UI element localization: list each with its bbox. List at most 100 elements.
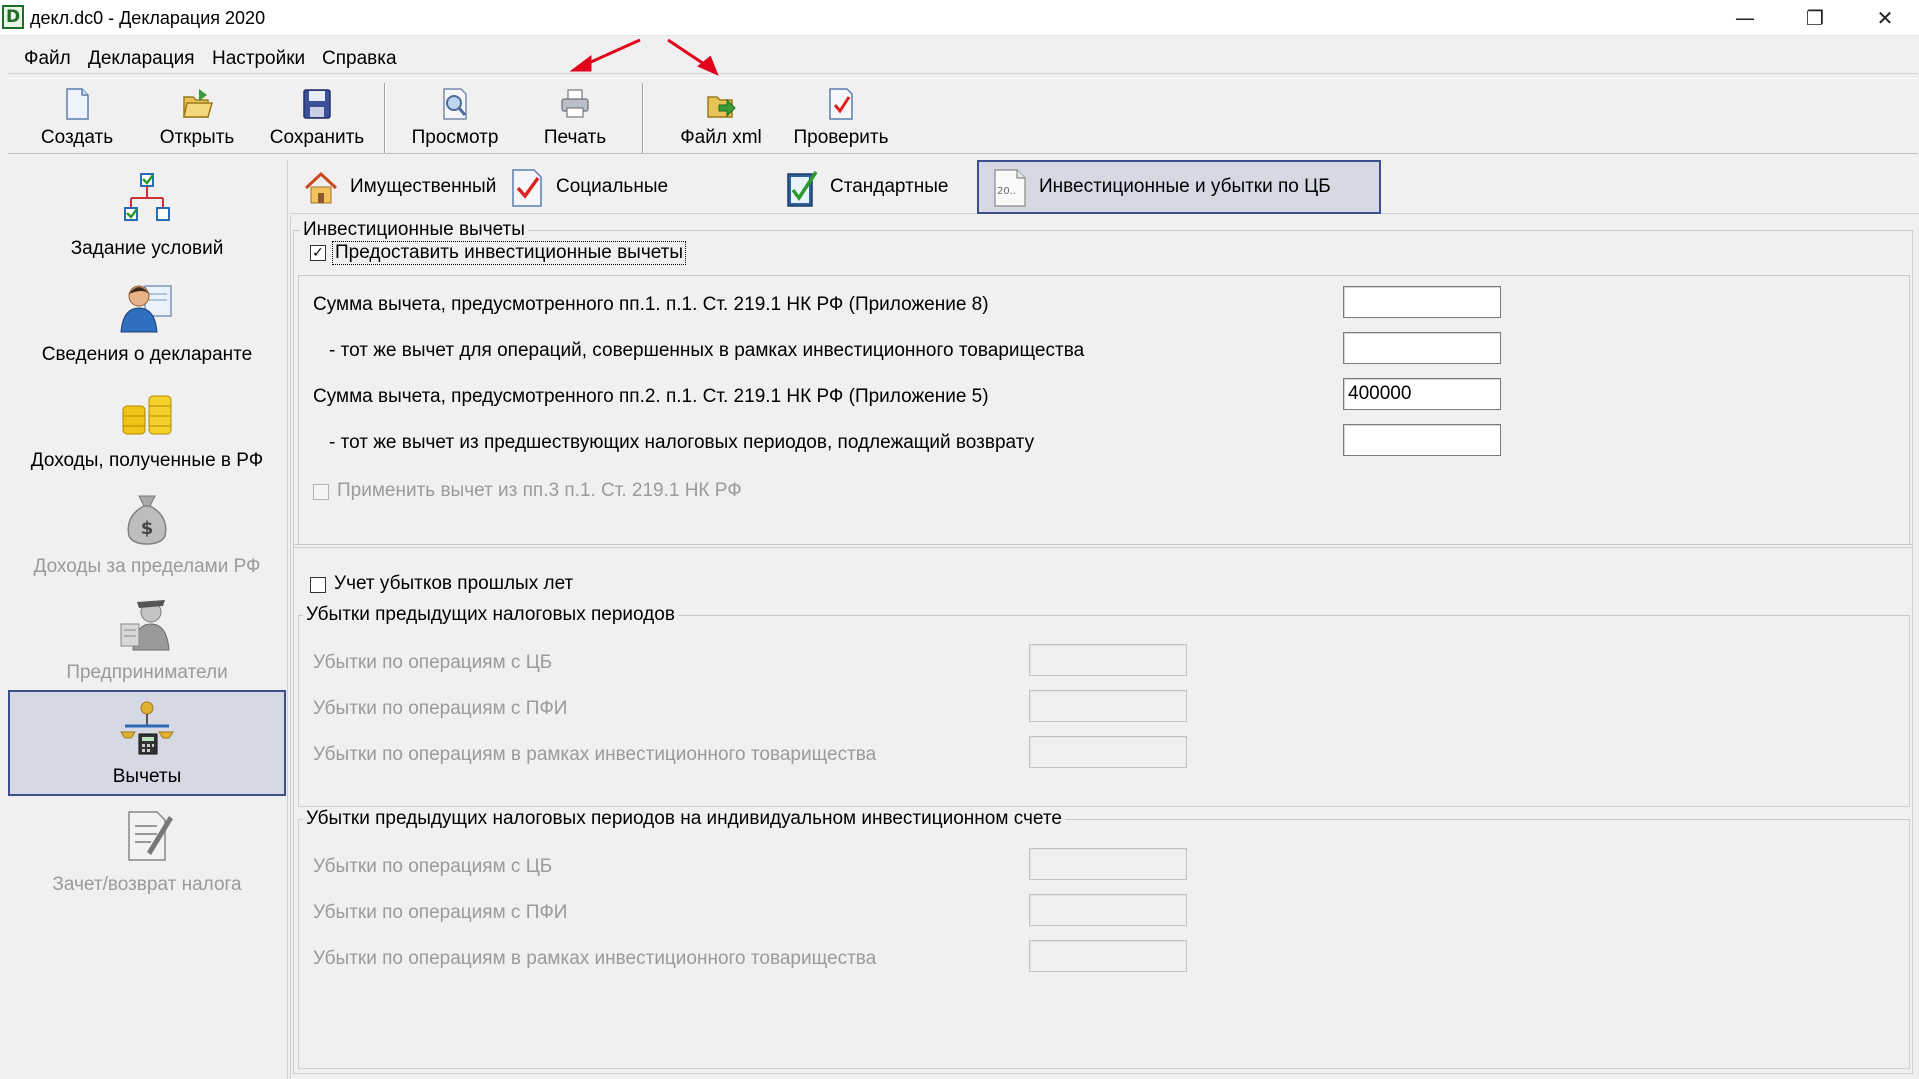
declarant-icon xyxy=(120,285,172,333)
loss-partnership-field[interactable] xyxy=(1029,736,1187,768)
deduction-tabs: Имущественный Социальные Стандартные 20.… xyxy=(290,160,1919,214)
calendar-document-icon: 20.. xyxy=(994,169,1026,207)
menu-file[interactable]: Файл xyxy=(22,48,73,70)
tab-social[interactable]: Социальные xyxy=(496,160,680,214)
checkmark-icon: ✓ xyxy=(312,245,324,261)
title-bar: D декл.dc0 - Декларация 2020 — ❐ ✕ xyxy=(0,0,1919,36)
loss-cb-field[interactable] xyxy=(1029,644,1187,676)
sidebar-item-declarant[interactable]: Сведения о декларанте xyxy=(8,270,286,376)
save-button[interactable]: Сохранить xyxy=(262,83,372,151)
iis-losses-group-title: Убытки предыдущих налоговых периодов на … xyxy=(303,808,1065,830)
open-folder-icon xyxy=(183,89,213,118)
sidebar-item-income-abroad: $ Доходы за пределами РФ xyxy=(8,482,286,588)
conditions-icon xyxy=(124,173,170,221)
sidebar-item-label: Зачет/возврат налога xyxy=(52,874,242,895)
sidebar-item-deductions[interactable]: Вычеты xyxy=(8,690,286,796)
apply-pp3-checkbox[interactable] xyxy=(313,484,329,500)
menu-settings[interactable]: Настройки xyxy=(210,48,307,70)
restore-icon: ❐ xyxy=(1806,6,1824,30)
minimize-icon: — xyxy=(1735,6,1755,30)
app-icon: D xyxy=(2,5,24,29)
tab-social-label: Социальные xyxy=(556,176,669,197)
restore-button[interactable]: ❐ xyxy=(1780,0,1850,36)
apply-pp3-label: Применить вычет из пп.3 п.1. Ст. 219.1 Н… xyxy=(337,480,742,501)
money-bag-icon: $ xyxy=(127,495,167,545)
minimize-button[interactable]: — xyxy=(1710,0,1780,36)
menu-bar: Файл Декларация Настройки Справка xyxy=(8,44,1918,74)
coins-icon xyxy=(122,395,172,435)
annotation-arrows xyxy=(569,38,719,76)
standard-check-icon xyxy=(787,171,818,207)
tab-standard-label: Стандартные xyxy=(830,176,949,197)
deduction-pp2-field[interactable]: 400000 xyxy=(1343,378,1501,410)
prior-losses-group: Убытки предыдущих налоговых периодов Убы… xyxy=(298,604,1910,807)
toolbar: Создать Открыть Сохранить Просмотр Печат… xyxy=(8,78,1918,154)
iis-loss-partnership-label: Убытки по операциям в рамках инвестицион… xyxy=(313,948,877,969)
create-label: Создать xyxy=(40,127,114,148)
sidebar-item-income-rf[interactable]: Доходы, полученные в РФ xyxy=(8,376,286,482)
sidebar-item-label: Вычеты xyxy=(112,766,182,787)
check-button[interactable]: Проверить xyxy=(786,83,896,151)
deduction-pp1-label: Сумма вычета, предусмотренного пп.1. п.1… xyxy=(313,294,989,315)
left-arrow-head xyxy=(569,55,592,72)
investment-group-title: Инвестиционные вычеты xyxy=(300,219,528,241)
loss-pfi-field[interactable] xyxy=(1029,690,1187,722)
prior-losses-label: Учет убытков прошлых лет xyxy=(334,573,574,594)
tab-property-label: Имущественный xyxy=(350,176,497,197)
entrepreneur-icon xyxy=(120,600,170,651)
new-document-icon xyxy=(66,88,89,120)
window-title: декл.dc0 - Декларация 2020 xyxy=(30,8,266,28)
loss-partnership-label: Убытки по операциям в рамках инвестицион… xyxy=(313,744,877,765)
close-icon: ✕ xyxy=(1876,6,1894,30)
provide-deductions-checkbox[interactable]: ✓ xyxy=(310,245,326,261)
sidebar: Задание условий Сведения о декларанте До… xyxy=(8,160,288,1079)
tax-return-icon xyxy=(128,811,173,861)
menu-declaration[interactable]: Декларация xyxy=(86,48,197,70)
sidebar-item-tax-return: Зачет/возврат налога xyxy=(8,800,286,906)
loss-pfi-label: Убытки по операциям с ПФИ xyxy=(313,698,568,719)
open-label: Открыть xyxy=(159,127,235,148)
iis-loss-cb-field[interactable] xyxy=(1029,848,1187,880)
prior-losses-group-title: Убытки предыдущих налоговых периодов xyxy=(303,604,678,626)
save-label: Сохранить xyxy=(269,127,365,148)
sidebar-item-entrepreneurs: Предприниматели xyxy=(8,588,286,694)
floppy-disk-icon xyxy=(303,89,331,119)
menu-help[interactable]: Справка xyxy=(320,48,399,70)
print-button[interactable]: Печать xyxy=(520,83,630,151)
print-label: Печать xyxy=(543,127,607,148)
iis-loss-pfi-label: Убытки по операциям с ПФИ xyxy=(313,902,568,923)
toolbar-separator xyxy=(642,83,644,153)
checklist-icon xyxy=(829,88,853,120)
tab-property[interactable]: Имущественный xyxy=(290,160,508,214)
preview-button[interactable]: Просмотр xyxy=(400,83,510,151)
iis-loss-partnership-field[interactable] xyxy=(1029,940,1187,972)
toolbar-separator xyxy=(384,83,386,153)
deduction-pp2-prior-field[interactable] xyxy=(1343,424,1501,456)
create-button[interactable]: Создать xyxy=(22,83,132,151)
deduction-pp1-partnership-label: - тот же вычет для операций, совершенных… xyxy=(329,340,1085,361)
tab-investment[interactable]: 20.. Инвестиционные и убытки по ЦБ xyxy=(977,160,1381,214)
deduction-pp2-label: Сумма вычета, предусмотренного пп.2. п.1… xyxy=(313,386,989,407)
iis-loss-pfi-field[interactable] xyxy=(1029,894,1187,926)
checked-form-icon xyxy=(512,169,542,207)
export-xml-icon xyxy=(707,96,736,118)
deduction-pp2-prior-label: - тот же вычет из предшествующих налогов… xyxy=(329,432,1035,453)
open-button[interactable]: Открыть xyxy=(142,83,252,151)
xml-file-button[interactable]: Файл xml xyxy=(666,83,776,151)
tab-standard[interactable]: Стандартные xyxy=(770,160,961,214)
deduction-pp1-field[interactable] xyxy=(1343,286,1501,318)
prior-losses-checkbox[interactable] xyxy=(310,577,326,593)
xml-file-label: Файл xml xyxy=(680,127,762,148)
deduction-pp1-partnership-field[interactable] xyxy=(1343,332,1501,364)
svg-text:$: $ xyxy=(141,518,154,539)
provide-deductions-label[interactable]: Предоставить инвестиционные вычеты xyxy=(332,241,687,265)
preview-label: Просмотр xyxy=(411,127,499,148)
deductions-icon xyxy=(120,701,174,755)
deductions-panel: Инвестиционные вычеты ✓ Предоставить инв… xyxy=(290,216,1919,1079)
sidebar-item-conditions[interactable]: Задание условий xyxy=(8,164,286,270)
sidebar-item-label: Задание условий xyxy=(70,238,224,259)
iis-loss-cb-label: Убытки по операциям с ЦБ xyxy=(313,856,553,877)
sidebar-item-label: Доходы, полученные в РФ xyxy=(30,450,264,471)
tab-investment-label: Инвестиционные и убытки по ЦБ xyxy=(1039,176,1331,197)
close-button[interactable]: ✕ xyxy=(1850,0,1919,36)
